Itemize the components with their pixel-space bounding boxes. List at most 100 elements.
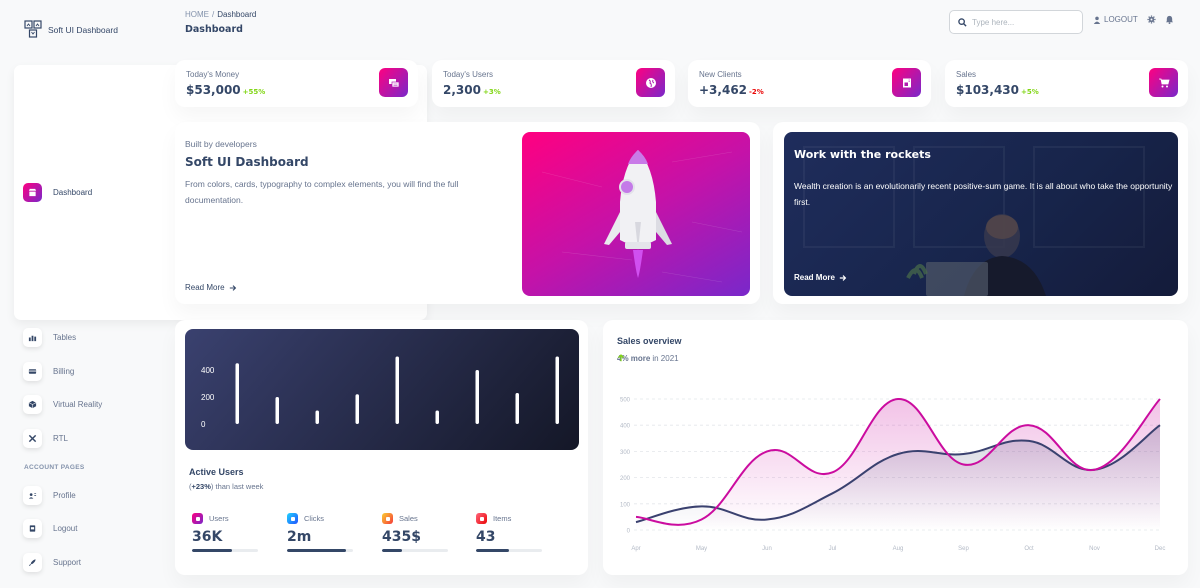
sidebar-item-virtual-reality[interactable]: Virtual Reality xyxy=(14,389,146,421)
breadcrumb-home[interactable]: HOME xyxy=(185,10,209,19)
x-tick-label: Aug xyxy=(893,546,904,552)
active-users-change: +23% xyxy=(191,482,211,491)
bar-chart: 0 200 400 xyxy=(201,356,559,429)
brand-logo-icon xyxy=(24,20,42,38)
money-icon xyxy=(379,68,408,97)
x-tick-label: Dec xyxy=(1155,546,1166,552)
read-more-label: Read More xyxy=(185,283,225,292)
y-tick-label: 0 xyxy=(201,420,206,429)
x-tick-label: Oct xyxy=(1024,546,1034,552)
x-tick-label: Apr xyxy=(631,546,640,552)
logout-button[interactable]: LOGOUT xyxy=(1093,15,1138,24)
rocket-illustration xyxy=(522,132,750,296)
sidebar-item-label: Billing xyxy=(53,366,75,376)
metric-value: 36K xyxy=(192,529,223,545)
active-users-title: Active Users xyxy=(189,467,244,477)
metric-label: Sales xyxy=(399,514,418,523)
sidebar-item-label: RTL xyxy=(53,433,68,443)
click-icon xyxy=(287,513,298,524)
items-icon xyxy=(476,513,487,524)
x-tick-label: Jun xyxy=(762,546,772,552)
brand[interactable]: Soft UI Dashboard xyxy=(24,20,118,40)
stat-label: Today's Money xyxy=(186,70,240,79)
bar xyxy=(515,392,519,424)
active-users-chart: 0 200 400 xyxy=(185,329,579,450)
office-icon xyxy=(23,328,42,347)
sidebar-item-label: Tables xyxy=(53,333,77,342)
cart-icon xyxy=(382,513,393,524)
metric-sales: Sales 435$ xyxy=(382,513,452,552)
metric-label: Clicks xyxy=(304,514,324,523)
document-icon xyxy=(892,68,921,97)
stat-change: -2% xyxy=(749,88,764,96)
read-more-link[interactable]: Read More xyxy=(185,283,237,292)
stat-change: +55% xyxy=(242,88,266,96)
rocket-icon xyxy=(541,150,743,283)
y-tick-label: 200 xyxy=(620,476,631,482)
stat-change: +3% xyxy=(482,88,501,96)
progress-fill xyxy=(287,549,347,552)
x-tick-label: Nov xyxy=(1089,546,1100,552)
stat-number: +3,462 xyxy=(699,83,748,97)
card-subtitle: Built by developers xyxy=(185,139,257,149)
metric-label: Users xyxy=(209,514,229,523)
header-actions: LOGOUT xyxy=(1093,15,1174,24)
active-users-card: 0 200 400 Active Users (+23%) than last we… xyxy=(175,320,588,575)
search-box[interactable] xyxy=(949,10,1083,34)
sidebar-item-tables[interactable]: Tables xyxy=(14,322,146,354)
stat-value: $53,000 +55% xyxy=(186,83,265,97)
search-input[interactable] xyxy=(972,17,1072,27)
sidebar-item-rtl[interactable]: RTL xyxy=(14,422,146,454)
sidebar-item-billing[interactable]: Billing xyxy=(14,355,146,387)
card-title: Soft UI Dashboard xyxy=(185,155,309,169)
y-tick-label: 0 xyxy=(627,529,631,535)
progress-fill xyxy=(382,549,402,552)
metric-clicks: Clicks 2m xyxy=(287,513,357,552)
y-tick-label: 400 xyxy=(620,424,631,430)
line-chart: 0 100 200 300 400 500 Apr May Jun Jul Aug Sep Oct Nov… xyxy=(620,398,1166,553)
metric-label: Items xyxy=(493,514,512,523)
bar xyxy=(315,410,319,424)
sales-overview-card: Sales overview 4% more in 2021 0 100 200 30… xyxy=(603,320,1188,575)
stat-value: 2,300 +3% xyxy=(443,83,501,97)
progress-fill xyxy=(192,549,232,552)
sidebar-item-label: Dashboard xyxy=(53,188,93,197)
sidebar: Soft UI Dashboard Dashboard Tables Billi… xyxy=(0,0,427,588)
arrow-right-icon xyxy=(839,274,847,281)
document-icon xyxy=(23,519,42,538)
progress-fill xyxy=(476,549,509,552)
sidebar-item-support[interactable]: Support xyxy=(14,546,146,578)
active-users-subtitle: (+23%) than last week xyxy=(189,482,264,491)
logout-label: LOGOUT xyxy=(1104,15,1138,24)
card-title: Work with the rockets xyxy=(794,148,931,161)
sidebar-item-label: Profile xyxy=(53,490,76,500)
read-more-label: Read More xyxy=(794,273,835,282)
progress-bar xyxy=(476,549,542,552)
page-title: Dashboard xyxy=(185,24,243,35)
bell-icon[interactable] xyxy=(1165,15,1174,24)
progress-bar xyxy=(287,549,353,552)
bar xyxy=(555,356,559,424)
sidebar-item-profile[interactable]: Profile xyxy=(14,479,146,511)
metric-items: Items 43 xyxy=(476,513,546,552)
stat-number: $103,430 xyxy=(956,83,1020,97)
read-more-link[interactable]: Read More xyxy=(794,273,847,282)
stat-number: 2,300 xyxy=(443,83,481,97)
bar xyxy=(275,397,279,424)
sidebar-item-logout[interactable]: Logout xyxy=(14,513,146,545)
built-by-developers-card: Built by developers Soft UI Dashboard Fr… xyxy=(175,122,760,304)
shop-icon xyxy=(23,183,42,202)
sidebar-item-label: Logout xyxy=(53,524,78,533)
y-tick-label: 300 xyxy=(620,450,631,456)
stat-value: $103,430 +5% xyxy=(956,83,1039,97)
bar xyxy=(475,370,479,424)
bar xyxy=(395,356,399,424)
settings-tools-icon xyxy=(23,428,42,448)
gear-icon[interactable] xyxy=(1147,15,1156,24)
breadcrumb: HOME / Dashboard xyxy=(185,10,256,19)
metric-value: 435$ xyxy=(382,529,421,545)
stat-card-sales: Sales $103,430 +5% xyxy=(945,60,1188,107)
metric-users: Users 36K xyxy=(192,513,262,552)
account-pages-heading: ACCOUNT PAGES xyxy=(24,464,85,471)
sidebar-item-label: Support xyxy=(53,557,82,567)
